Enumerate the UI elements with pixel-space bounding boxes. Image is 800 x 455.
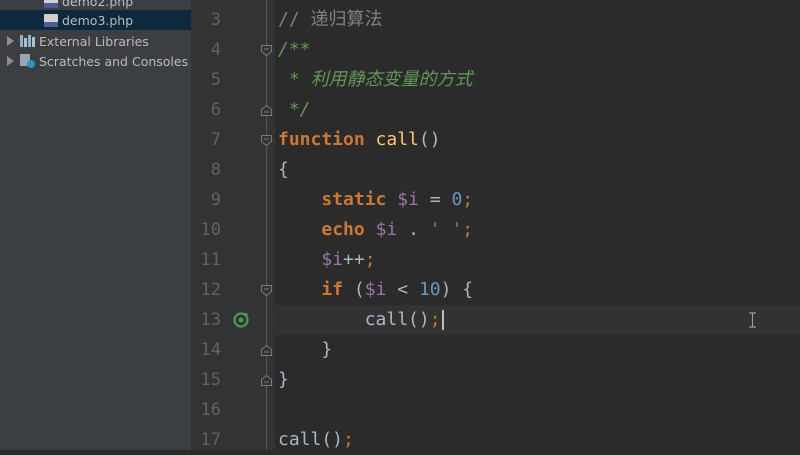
code-token: { <box>278 159 289 180</box>
code-token: ' ' <box>429 219 463 240</box>
code-line[interactable]: function call() <box>278 125 441 155</box>
code-token: ; <box>343 429 354 450</box>
tree-item-demo3[interactable]: demo3.php <box>0 10 191 30</box>
code-line[interactable]: $i++; <box>278 245 376 275</box>
expand-arrow-icon[interactable] <box>7 36 14 46</box>
scratches-icon <box>20 54 35 68</box>
tree-item-scratches-and-consoles[interactable]: Scratches and Consoles <box>0 51 191 71</box>
line-number: 12 <box>200 280 221 300</box>
line-number: 13 <box>200 310 221 330</box>
fold-open-icon[interactable] <box>261 285 272 296</box>
tree-item-label: demo3.php <box>62 12 134 28</box>
code-token: // 递归算法 <box>278 9 383 30</box>
line-number: 5 <box>210 70 221 90</box>
fold-close-icon[interactable] <box>261 345 272 356</box>
line-number: 7 <box>210 130 221 150</box>
php-file-icon <box>44 0 58 8</box>
code-line[interactable]: call(); <box>278 305 444 335</box>
code-token: ++ <box>343 249 365 270</box>
code-line[interactable]: * 利用静态变量的方式 <box>278 65 473 95</box>
code-line[interactable]: echo $i . ' '; <box>278 215 473 245</box>
project-tree-panel: demo2.php demo3.php External Libraries S… <box>0 0 191 450</box>
code-line[interactable]: if ($i < 10) { <box>278 275 473 305</box>
tree-item-external-libraries[interactable]: External Libraries <box>0 31 191 51</box>
code-token: = <box>418 189 452 210</box>
line-number: 4 <box>210 40 221 60</box>
code-token: * 利用静态变量的方式 <box>278 69 473 90</box>
code-line[interactable]: // 递归算法 <box>278 5 383 35</box>
fold-open-icon[interactable] <box>261 45 272 56</box>
code-token: 10 <box>418 279 441 300</box>
code-editor[interactable]: // 递归算法/** * 利用静态变量的方式 */function call()… <box>275 0 800 450</box>
line-number: 10 <box>200 220 221 240</box>
tree-item-label: Scratches and Consoles <box>39 53 189 69</box>
code-token: ; <box>364 249 376 270</box>
line-number: 16 <box>200 400 221 420</box>
code-token: () <box>418 129 441 150</box>
code-token: if <box>321 279 344 300</box>
text-cursor-icon <box>749 312 756 328</box>
code-token: $i <box>321 249 344 270</box>
code-token: $i <box>375 219 398 240</box>
code-token: static <box>321 189 387 210</box>
recursion-call-icon[interactable] <box>232 311 250 329</box>
fold-close-icon[interactable] <box>261 105 272 116</box>
code-token: call <box>375 129 419 150</box>
text-caret <box>441 310 444 330</box>
code-line[interactable]: } <box>278 365 289 395</box>
code-token: function <box>278 129 365 150</box>
line-number: 15 <box>200 370 221 390</box>
code-line[interactable]: static $i = 0; <box>278 185 473 215</box>
code-line[interactable]: } <box>278 335 332 365</box>
line-number: 3 <box>210 10 221 30</box>
code-token: /** <box>278 39 311 60</box>
code-token: $i <box>397 189 419 210</box>
code-line[interactable]: call(); <box>278 425 354 455</box>
fold-open-icon[interactable] <box>261 135 272 146</box>
expand-arrow-icon[interactable] <box>7 56 14 66</box>
tree-item-label: External Libraries <box>39 33 149 49</box>
code-line[interactable]: /** <box>278 35 311 65</box>
code-token: */ <box>278 99 311 120</box>
code-token: $i <box>364 279 387 300</box>
code-line[interactable]: { <box>278 155 289 185</box>
fold-close-icon[interactable] <box>261 375 272 386</box>
code-token: } <box>278 369 289 390</box>
code-token: ; <box>429 309 441 330</box>
line-number: 6 <box>210 100 221 120</box>
code-token: ) { <box>440 279 474 300</box>
php-file-icon <box>44 13 58 27</box>
code-token: call() <box>364 309 430 330</box>
code-token: . <box>397 219 430 240</box>
code-token: < <box>386 279 419 300</box>
line-number: 8 <box>210 160 221 180</box>
code-token: ; <box>462 189 474 210</box>
line-number: 17 <box>200 430 221 450</box>
editor-gutter[interactable]: 3 4 5 6 7 8 9 10 11 12 13 14 15 16 17 <box>191 0 275 450</box>
line-number: 11 <box>200 250 221 270</box>
line-number: 9 <box>210 190 221 210</box>
code-token: } <box>278 339 333 360</box>
code-token: ( <box>343 279 365 300</box>
tree-item-label: demo2.php <box>62 0 134 9</box>
libraries-icon <box>20 35 35 47</box>
code-token: 0 <box>451 189 463 210</box>
code-token: ; <box>462 219 474 240</box>
code-line[interactable]: */ <box>278 95 311 125</box>
code-token: call() <box>278 429 344 450</box>
code-token: echo <box>321 219 365 240</box>
line-number: 14 <box>200 340 221 360</box>
